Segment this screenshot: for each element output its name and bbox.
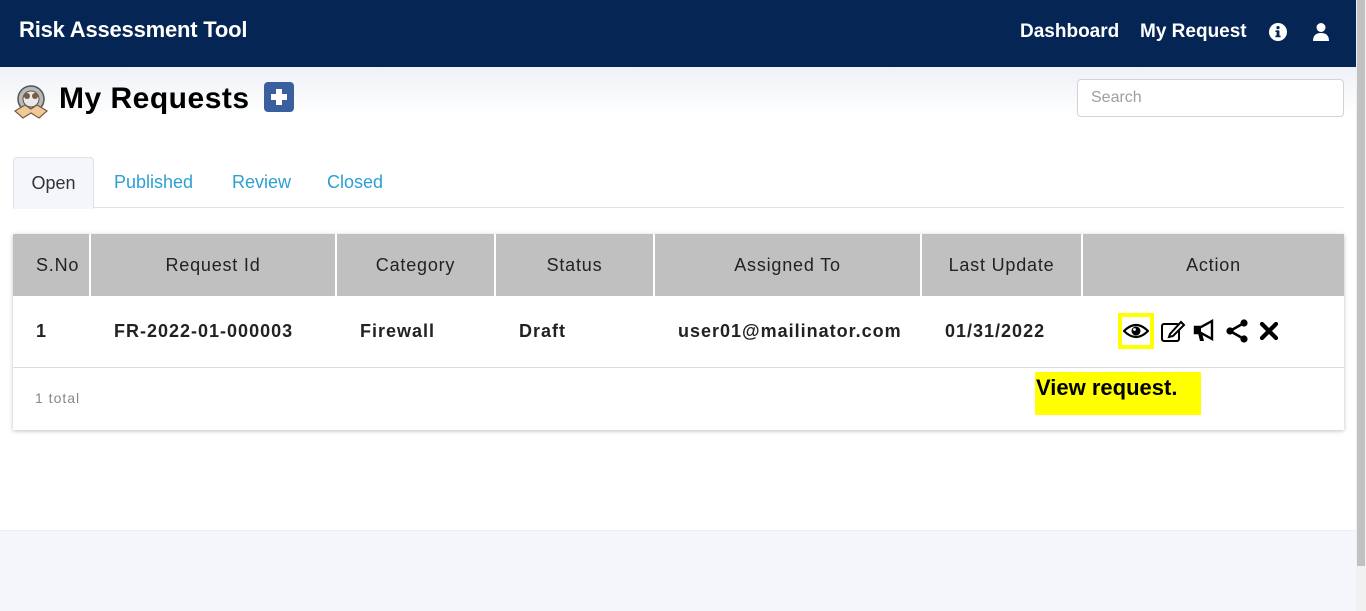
tab-closed[interactable]: Closed xyxy=(327,157,383,208)
status-tabs: Open Published Review Closed xyxy=(13,157,1344,209)
tab-review[interactable]: Review xyxy=(232,157,291,208)
tab-published[interactable]: Published xyxy=(114,157,193,208)
add-request-button[interactable] xyxy=(264,82,294,112)
share-icon[interactable] xyxy=(1224,318,1250,344)
column-header-request-id[interactable]: Request Id xyxy=(90,234,337,296)
info-circle-icon[interactable] xyxy=(1268,22,1288,42)
column-header-category[interactable]: Category xyxy=(336,234,496,296)
page-title: My Requests xyxy=(59,82,250,115)
nav-my-request-link[interactable]: My Request xyxy=(1140,21,1247,43)
brand-title[interactable]: Risk Assessment Tool xyxy=(19,17,248,43)
tab-open[interactable]: Open xyxy=(13,157,94,209)
cell-assigned-to: user01@mailinator.com xyxy=(654,296,921,368)
column-header-last-update[interactable]: Last Update xyxy=(921,234,1083,296)
table-row: 1 FR-2022-01-000003 Firewall Draft user0… xyxy=(13,296,1344,368)
cell-category: Firewall xyxy=(336,296,495,368)
megaphone-icon[interactable] xyxy=(1192,318,1218,344)
search-input[interactable] xyxy=(1077,79,1344,117)
column-header-status[interactable]: Status xyxy=(495,234,655,296)
handshake-gear-icon xyxy=(13,85,49,119)
cell-actions xyxy=(1082,296,1344,368)
nav-dashboard-link[interactable]: Dashboard xyxy=(1020,21,1119,43)
column-header-sno[interactable]: S.No xyxy=(13,234,91,296)
user-icon[interactable] xyxy=(1311,22,1331,42)
cell-last-update: 01/31/2022 xyxy=(921,296,1082,368)
edit-icon[interactable] xyxy=(1160,318,1186,344)
eye-icon[interactable] xyxy=(1118,313,1154,350)
requests-table: S.No Request Id Category Status Assigned… xyxy=(13,234,1344,368)
table-header-row: S.No Request Id Category Status Assigned… xyxy=(13,234,1344,296)
scrollbar-thumb[interactable] xyxy=(1357,0,1365,566)
top-navbar: Risk Assessment Tool Dashboard My Reques… xyxy=(0,0,1356,67)
close-icon[interactable] xyxy=(1256,318,1282,344)
page-footer-area xyxy=(0,530,1356,611)
cell-request-id: FR-2022-01-000003 xyxy=(90,296,336,368)
view-request-tooltip: View request. xyxy=(1035,372,1201,415)
table-total-count: 1 total xyxy=(35,390,81,406)
cell-status: Draft xyxy=(495,296,654,368)
column-header-assigned-to[interactable]: Assigned To xyxy=(654,234,922,296)
action-icons xyxy=(1082,313,1344,350)
column-header-action: Action xyxy=(1082,234,1344,296)
cell-sno: 1 xyxy=(13,296,90,368)
vertical-scrollbar[interactable] xyxy=(1356,0,1366,611)
